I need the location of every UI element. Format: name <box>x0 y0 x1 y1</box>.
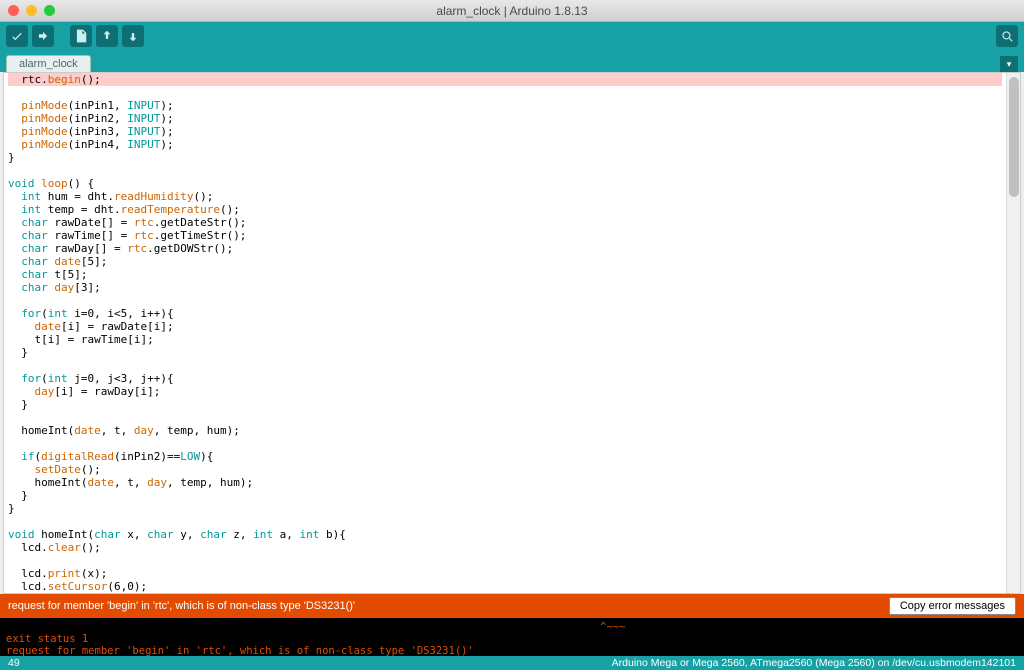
serial-monitor-button[interactable] <box>996 25 1018 47</box>
console-caret: ^~~~ <box>6 621 626 633</box>
tab-alarm-clock[interactable]: alarm_clock <box>6 55 91 72</box>
new-button[interactable] <box>70 25 92 47</box>
tabs-row: alarm_clock ▾ <box>0 50 1024 72</box>
close-icon[interactable] <box>8 5 19 16</box>
board-info: Arduino Mega or Mega 2560, ATmega2560 (M… <box>612 657 1016 669</box>
window-controls <box>8 5 55 16</box>
error-message: request for member 'begin' in 'rtc', whi… <box>8 600 355 612</box>
error-banner: request for member 'begin' in 'rtc', whi… <box>0 594 1024 618</box>
verify-button[interactable] <box>6 25 28 47</box>
code-editor[interactable]: rtc.begin(); pinMode(inPin1, INPUT); pin… <box>4 73 1006 593</box>
toolbar <box>0 22 1024 50</box>
tab-menu-dropdown[interactable]: ▾ <box>1000 56 1018 72</box>
open-button[interactable] <box>96 25 118 47</box>
window-title: alarm_clock | Arduino 1.8.13 <box>8 4 1016 18</box>
console-line: exit status 1 <box>6 633 88 645</box>
editor-pane: rtc.begin(); pinMode(inPin1, INPUT); pin… <box>3 72 1021 594</box>
scroll-thumb[interactable] <box>1009 77 1019 197</box>
save-button[interactable] <box>122 25 144 47</box>
title-bar: alarm_clock | Arduino 1.8.13 <box>0 0 1024 22</box>
maximize-icon[interactable] <box>44 5 55 16</box>
line-number: 49 <box>8 657 20 669</box>
vertical-scrollbar[interactable] <box>1006 73 1020 593</box>
status-bar: 49 Arduino Mega or Mega 2560, ATmega2560… <box>0 656 1024 670</box>
console-output[interactable]: ^~~~ exit status 1 request for member 'b… <box>0 618 1024 656</box>
error-line: rtc.begin(); <box>8 73 1002 86</box>
minimize-icon[interactable] <box>26 5 37 16</box>
upload-button[interactable] <box>32 25 54 47</box>
console-line: request for member 'begin' in 'rtc', whi… <box>6 645 474 656</box>
copy-error-button[interactable]: Copy error messages <box>889 597 1016 615</box>
